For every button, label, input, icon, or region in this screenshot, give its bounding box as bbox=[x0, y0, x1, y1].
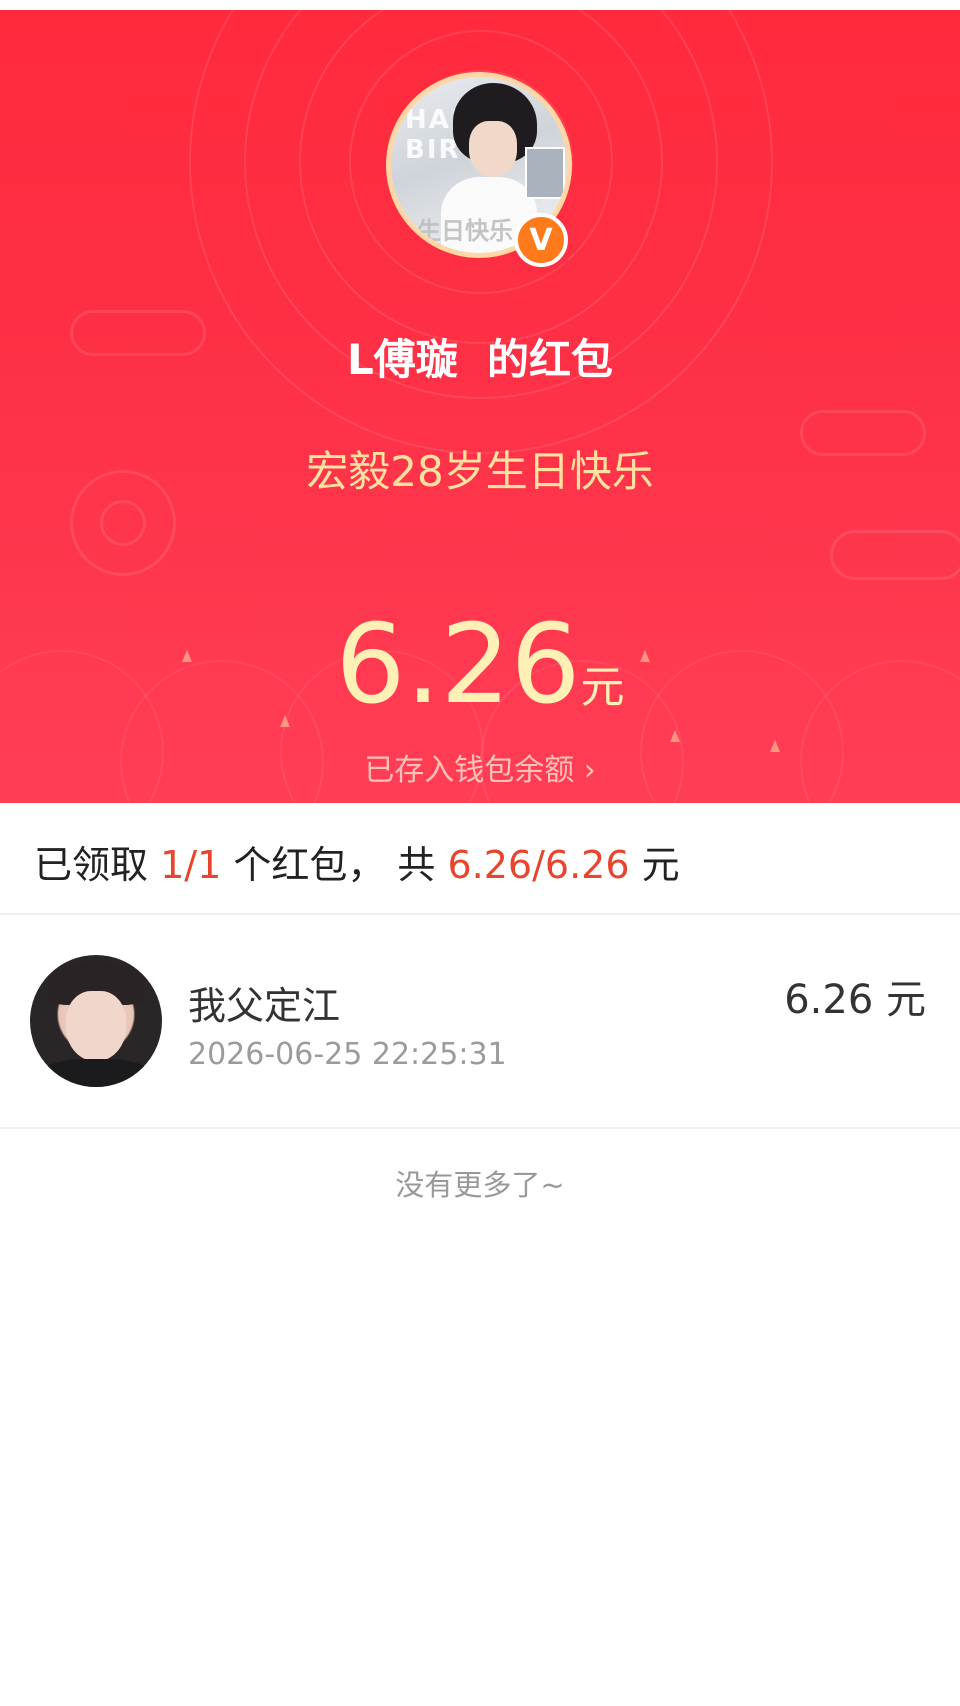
recipient-amount: 6.26 元 bbox=[784, 977, 926, 1023]
avatar-photo-caption: 生日快乐 bbox=[417, 217, 513, 245]
claimed-count: 1/1 bbox=[160, 843, 222, 887]
wallet-balance-link[interactable]: 已存入钱包余额 › bbox=[0, 745, 960, 789]
amount-value: 6.26 bbox=[335, 600, 581, 728]
claim-summary: 已领取 1/1 个红包， 共 6.26/6.26 元 bbox=[34, 834, 680, 889]
red-packet-header: HAPPY BIR 生日快乐 V L傅璇 的红包 宏毅28岁生日快乐 6.26元… bbox=[0, 10, 960, 803]
summary-prefix: 已领取 bbox=[34, 843, 161, 887]
decor-cloud bbox=[830, 530, 960, 580]
sender-title: L傅璇 的红包 bbox=[346, 335, 613, 384]
status-strip bbox=[0, 0, 960, 10]
divider bbox=[0, 1127, 960, 1129]
recipient-name: 我父定江 bbox=[188, 984, 341, 1028]
summary-middle: 个红包， 共 bbox=[221, 843, 448, 887]
recipient-avatar-face bbox=[66, 991, 126, 1061]
end-of-list-text: 没有更多了~ bbox=[395, 1168, 565, 1202]
summary-suffix: 元 bbox=[629, 843, 680, 887]
recipient-avatar-body bbox=[40, 1059, 152, 1087]
avatar-photo-inset bbox=[525, 147, 565, 199]
divider bbox=[0, 913, 960, 915]
claimed-total: 6.26/6.26 bbox=[447, 843, 630, 887]
received-amount: 6.26元 bbox=[0, 600, 960, 728]
list-item[interactable]: 我父定江 2026-06-25 22:25:31 6.26 元 bbox=[0, 917, 960, 1127]
decor-flower bbox=[100, 500, 146, 546]
amount-unit: 元 bbox=[580, 662, 625, 713]
greeting-message: 宏毅28岁生日快乐 bbox=[306, 447, 654, 496]
verified-badge-icon: V bbox=[514, 213, 568, 267]
recipient-avatar[interactable] bbox=[30, 955, 162, 1087]
avatar-photo-face bbox=[469, 121, 517, 177]
recipient-time: 2026-06-25 22:25:31 bbox=[188, 1037, 507, 1072]
decor-sparkle bbox=[670, 730, 680, 742]
